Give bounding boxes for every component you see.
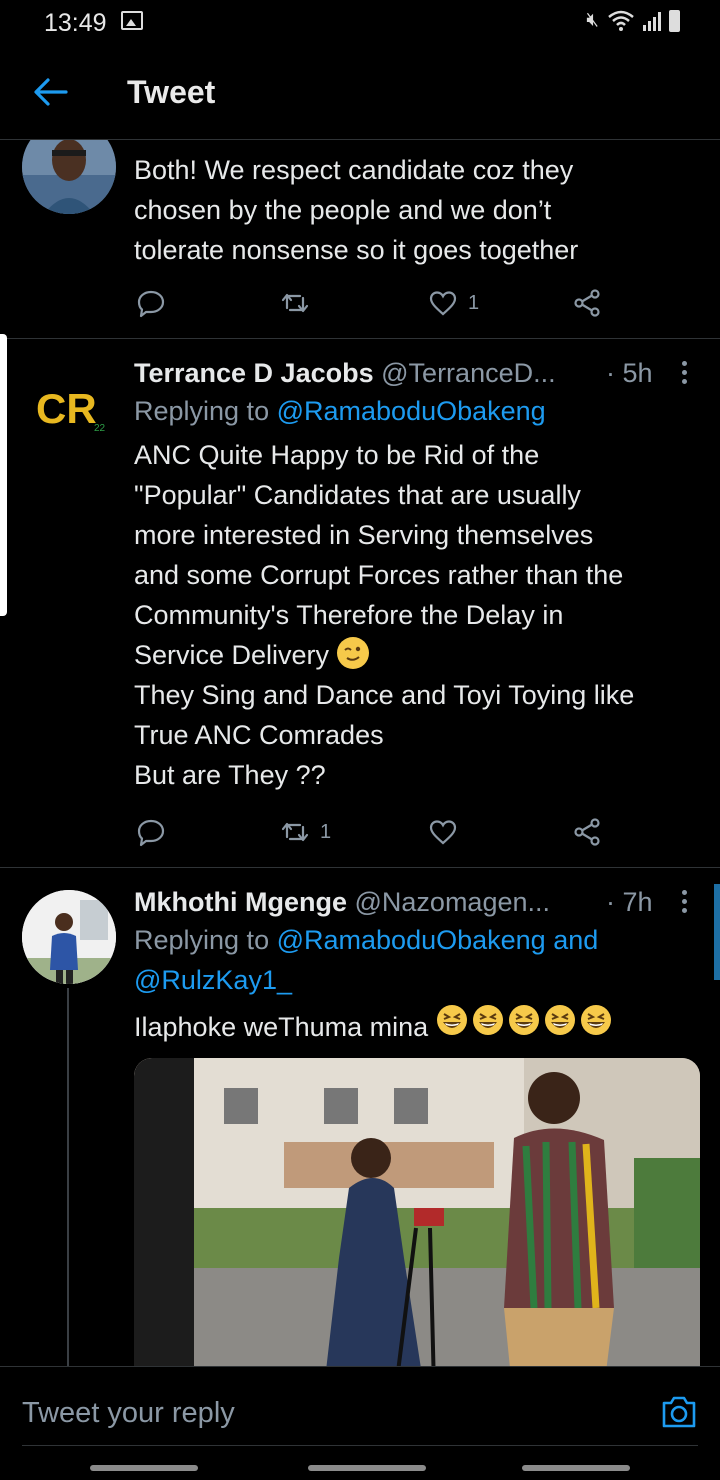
more-icon[interactable]	[682, 361, 688, 387]
divider	[22, 1445, 698, 1446]
grinning-squinting-emoji	[436, 1004, 614, 1042]
reply-button[interactable]	[136, 817, 166, 847]
share-icon	[574, 289, 600, 317]
tweet-header: Terrance D Jacobs @TerranceD... · 5h	[134, 355, 694, 391]
mention-link[interactable]: @RulzKay1_	[134, 965, 292, 995]
status-icons: 🔇︎	[586, 9, 680, 32]
battery-icon	[669, 9, 680, 32]
avatar[interactable]	[22, 890, 116, 984]
tweet-age: · 5h	[606, 358, 653, 388]
nav-recents[interactable]	[90, 1465, 198, 1471]
status-time: 13:49	[44, 9, 107, 37]
replying-to: Replying to @RamaboduObakeng and @RulzKa…	[134, 925, 599, 995]
scrollbar[interactable]	[714, 884, 720, 980]
replying-to: Replying to @RamaboduObakeng	[134, 396, 546, 426]
more-icon[interactable]	[682, 890, 688, 916]
tweet-card[interactable]: Both! We respect candidate coz they chos…	[0, 120, 720, 339]
gallery-notification-icon	[121, 11, 143, 30]
share-button[interactable]	[572, 817, 602, 847]
tweet-actions: 1	[134, 288, 614, 318]
tweet-text: Ilaphoke weThuma mina	[134, 1004, 694, 1047]
status-bar: 13:49 🔇︎	[0, 0, 720, 44]
nav-back[interactable]	[522, 1465, 630, 1471]
tweet-text: Both! We respect candidate coz they chos…	[134, 155, 579, 265]
like-button[interactable]	[428, 817, 468, 847]
wifi-icon	[608, 10, 634, 31]
avatar-logo-letter-c: CR	[36, 385, 97, 432]
video-thumbnail[interactable]	[134, 1058, 700, 1388]
tweet-card[interactable]: CR 22 Terrance D Jacobs @TerranceD... · …	[0, 339, 720, 868]
reply-input[interactable]: Tweet your reply	[22, 1397, 235, 1430]
like-icon	[429, 820, 457, 845]
like-button[interactable]: 1	[428, 288, 479, 318]
nav-home[interactable]	[308, 1465, 426, 1471]
retweet-button[interactable]	[280, 288, 320, 318]
top-app-bar: Tweet	[0, 44, 720, 140]
wink-emoji	[336, 637, 369, 669]
mention-link[interactable]: @RamaboduObakeng	[277, 396, 546, 426]
retweet-icon	[281, 293, 309, 313]
reply-button[interactable]	[136, 288, 166, 318]
author-name[interactable]: Mkhothi Mgenge	[134, 887, 347, 917]
tweet-actions: 1	[134, 817, 614, 847]
share-icon	[574, 818, 600, 846]
retweet-button[interactable]: 1	[280, 817, 331, 847]
signal-icon	[643, 11, 661, 31]
author-handle[interactable]: @TerranceD...	[381, 358, 555, 388]
svg-text:22: 22	[94, 423, 106, 434]
avatar[interactable]: CR 22	[22, 361, 116, 455]
camera-icon[interactable]	[660, 1394, 698, 1430]
tweet-age: · 7h	[606, 887, 653, 917]
reply-icon	[137, 819, 165, 847]
edge-panel-handle[interactable]	[0, 334, 7, 616]
page-title: Tweet	[127, 74, 216, 110]
retweet-count: 1	[320, 820, 332, 843]
tweet-card[interactable]: Mkhothi Mgenge @Nazomagen... · 7h Replyi…	[0, 868, 720, 1388]
like-icon	[429, 291, 457, 316]
reply-composer: Tweet your reply	[0, 1366, 720, 1480]
author-name[interactable]: Terrance D Jacobs	[134, 358, 374, 388]
author-handle[interactable]: @Nazomagen...	[355, 887, 551, 917]
tweet-header: Mkhothi Mgenge @Nazomagen... · 7h	[134, 884, 694, 920]
tweet-text: ANC Quite Happy to be Rid of the "Popula…	[134, 440, 635, 790]
reply-icon	[137, 290, 165, 318]
retweet-icon	[281, 822, 309, 842]
share-button[interactable]	[572, 288, 602, 318]
thread-line	[67, 988, 69, 1388]
mention-link[interactable]: @RamaboduObakeng and	[277, 925, 599, 955]
mute-icon: 🔇︎	[586, 9, 599, 31]
like-count: 1	[468, 291, 480, 314]
back-arrow-icon[interactable]	[32, 76, 68, 108]
